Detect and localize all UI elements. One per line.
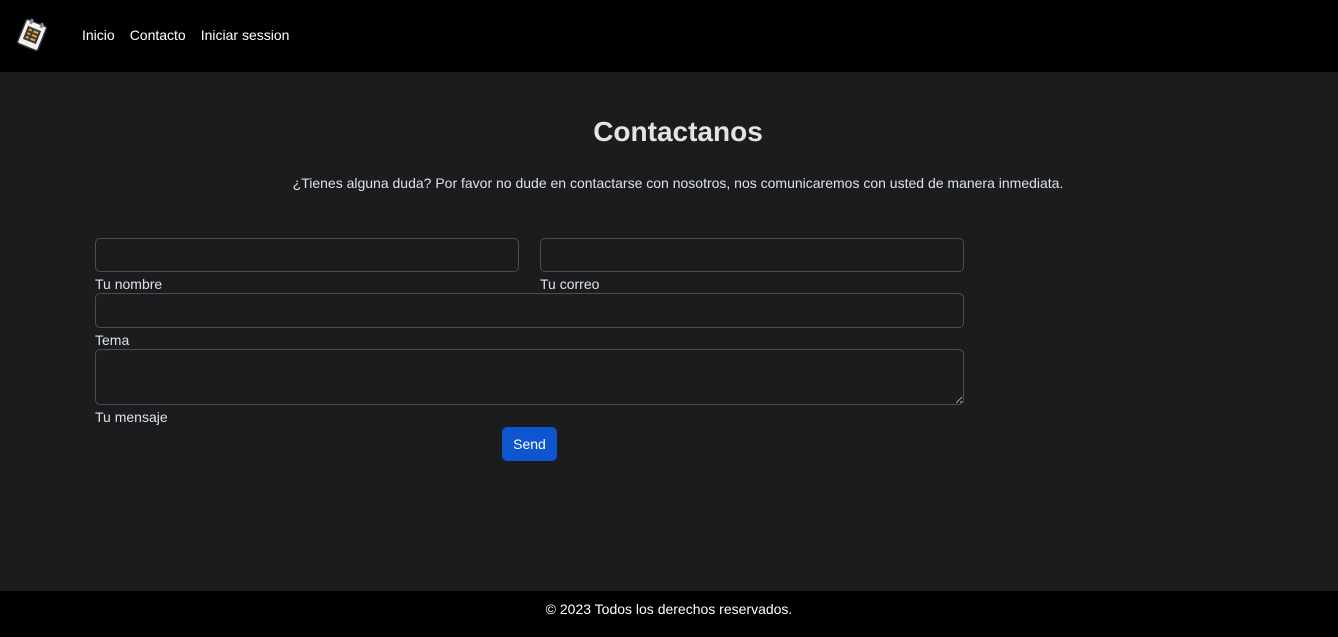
top-navbar: Inicio Contacto Iniciar session	[0, 0, 1338, 72]
subject-label: Tema	[95, 332, 130, 348]
nav-link-iniciar-session[interactable]: Iniciar session	[201, 26, 290, 44]
email-label: Tu correo	[540, 276, 600, 292]
copyright-text: © 2023 Todos los derechos reservados.	[545, 601, 793, 617]
nav-link-inicio[interactable]: Inicio	[82, 26, 115, 44]
email-input[interactable]	[540, 238, 964, 272]
message-textarea[interactable]	[95, 349, 964, 405]
name-input[interactable]	[95, 238, 519, 272]
footer: © 2023 Todos los derechos reservados.	[0, 591, 1338, 637]
page-title: Contactanos	[593, 116, 763, 147]
nav-links: Inicio Contacto Iniciar session	[82, 26, 304, 44]
subject-input[interactable]	[95, 293, 964, 328]
nav-link-contacto[interactable]: Contacto	[130, 26, 186, 44]
name-label: Tu nombre	[95, 276, 163, 292]
notepad-logo-icon[interactable]	[13, 16, 51, 54]
send-button[interactable]: Send	[502, 427, 557, 461]
page-subtitle: ¿Tienes alguna duda? Por favor no dude e…	[292, 175, 1064, 191]
message-label: Tu mensaje	[95, 409, 168, 425]
